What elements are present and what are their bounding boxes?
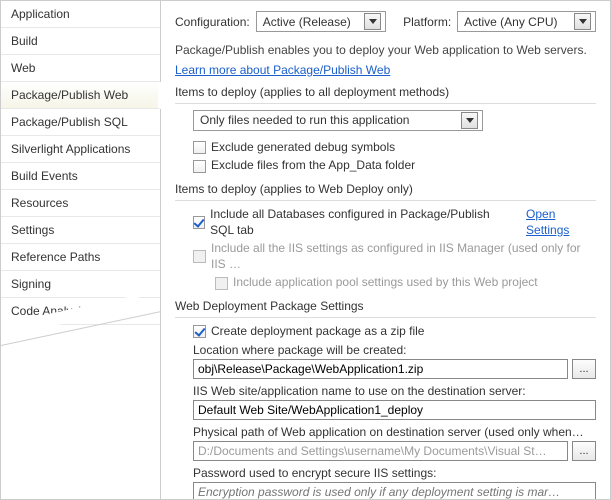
exclude-appdata-label: Exclude files from the App_Data folder bbox=[211, 158, 415, 174]
create-zip-checkbox[interactable] bbox=[193, 325, 206, 338]
sidebar-item-package-publish-web[interactable]: Package/Publish Web bbox=[1, 82, 161, 109]
platform-label: Platform: bbox=[403, 15, 451, 29]
sidebar-item-web[interactable]: Web bbox=[1, 55, 160, 82]
iis-name-label: IIS Web site/application name to use on … bbox=[193, 384, 596, 398]
exclude-debug-checkbox[interactable] bbox=[193, 141, 206, 154]
open-settings-link[interactable]: Open Settings bbox=[526, 207, 596, 238]
sidebar-item-resources[interactable]: Resources bbox=[1, 190, 160, 217]
sidebar-item-build-events[interactable]: Build Events bbox=[1, 163, 160, 190]
configuration-value: Active (Release) bbox=[263, 15, 351, 29]
configuration-label: Configuration: bbox=[175, 15, 250, 29]
dropdown-arrow-icon bbox=[364, 13, 381, 30]
sidebar-item-settings[interactable]: Settings bbox=[1, 217, 160, 244]
iis-name-input[interactable] bbox=[193, 400, 596, 420]
sidebar-item-application[interactable]: Application bbox=[1, 1, 160, 28]
include-apppool-checkbox bbox=[215, 277, 228, 290]
physical-path-input bbox=[193, 441, 568, 461]
section-package-settings-title: Web Deployment Package Settings bbox=[175, 299, 596, 313]
sidebar-item-silverlight[interactable]: Silverlight Applications bbox=[1, 136, 160, 163]
exclude-appdata-checkbox[interactable] bbox=[193, 160, 206, 173]
location-label: Location where package will be created: bbox=[193, 343, 596, 357]
physical-path-label: Physical path of Web application on dest… bbox=[193, 425, 596, 439]
password-input[interactable] bbox=[193, 482, 596, 499]
section-items-webdeploy-title: Items to deploy (applies to Web Deploy o… bbox=[175, 182, 596, 196]
section-items-all-title: Items to deploy (applies to all deployme… bbox=[175, 85, 596, 99]
include-apppool-label: Include application pool settings used b… bbox=[233, 275, 538, 291]
main-panel: Configuration: Active (Release) Platform… bbox=[161, 1, 610, 499]
sidebar-item-signing[interactable]: Signing bbox=[1, 271, 160, 298]
include-iis-checkbox bbox=[193, 250, 206, 263]
location-input[interactable] bbox=[193, 359, 568, 379]
create-zip-label: Create deployment package as a zip file bbox=[211, 324, 424, 340]
include-databases-label: Include all Databases configured in Pack… bbox=[210, 207, 510, 238]
dropdown-arrow-icon bbox=[574, 13, 591, 30]
password-label: Password used to encrypt secure IIS sett… bbox=[193, 466, 596, 480]
platform-select[interactable]: Active (Any CPU) bbox=[457, 11, 596, 32]
learn-more-link[interactable]: Learn more about Package/Publish Web bbox=[175, 63, 390, 77]
sidebar-item-package-publish-sql[interactable]: Package/Publish SQL bbox=[1, 109, 160, 136]
items-to-deploy-value: Only files needed to run this applicatio… bbox=[200, 113, 409, 127]
divider bbox=[175, 103, 596, 104]
configuration-select[interactable]: Active (Release) bbox=[256, 11, 386, 32]
sidebar: Application Build Web Package/Publish We… bbox=[1, 1, 161, 499]
browse-physical-button[interactable]: ... bbox=[572, 441, 596, 461]
include-iis-label: Include all the IIS settings as configur… bbox=[211, 241, 596, 272]
items-to-deploy-select[interactable]: Only files needed to run this applicatio… bbox=[193, 110, 483, 131]
browse-location-button[interactable]: ... bbox=[572, 359, 596, 379]
divider bbox=[175, 317, 596, 318]
dropdown-arrow-icon bbox=[461, 112, 478, 129]
exclude-debug-label: Exclude generated debug symbols bbox=[211, 140, 395, 156]
platform-value: Active (Any CPU) bbox=[464, 15, 557, 29]
include-databases-checkbox[interactable] bbox=[193, 216, 205, 229]
divider bbox=[175, 200, 596, 201]
sidebar-item-reference-paths[interactable]: Reference Paths bbox=[1, 244, 160, 271]
sidebar-item-build[interactable]: Build bbox=[1, 28, 160, 55]
description-text: Package/Publish enables you to deploy yo… bbox=[175, 42, 596, 59]
